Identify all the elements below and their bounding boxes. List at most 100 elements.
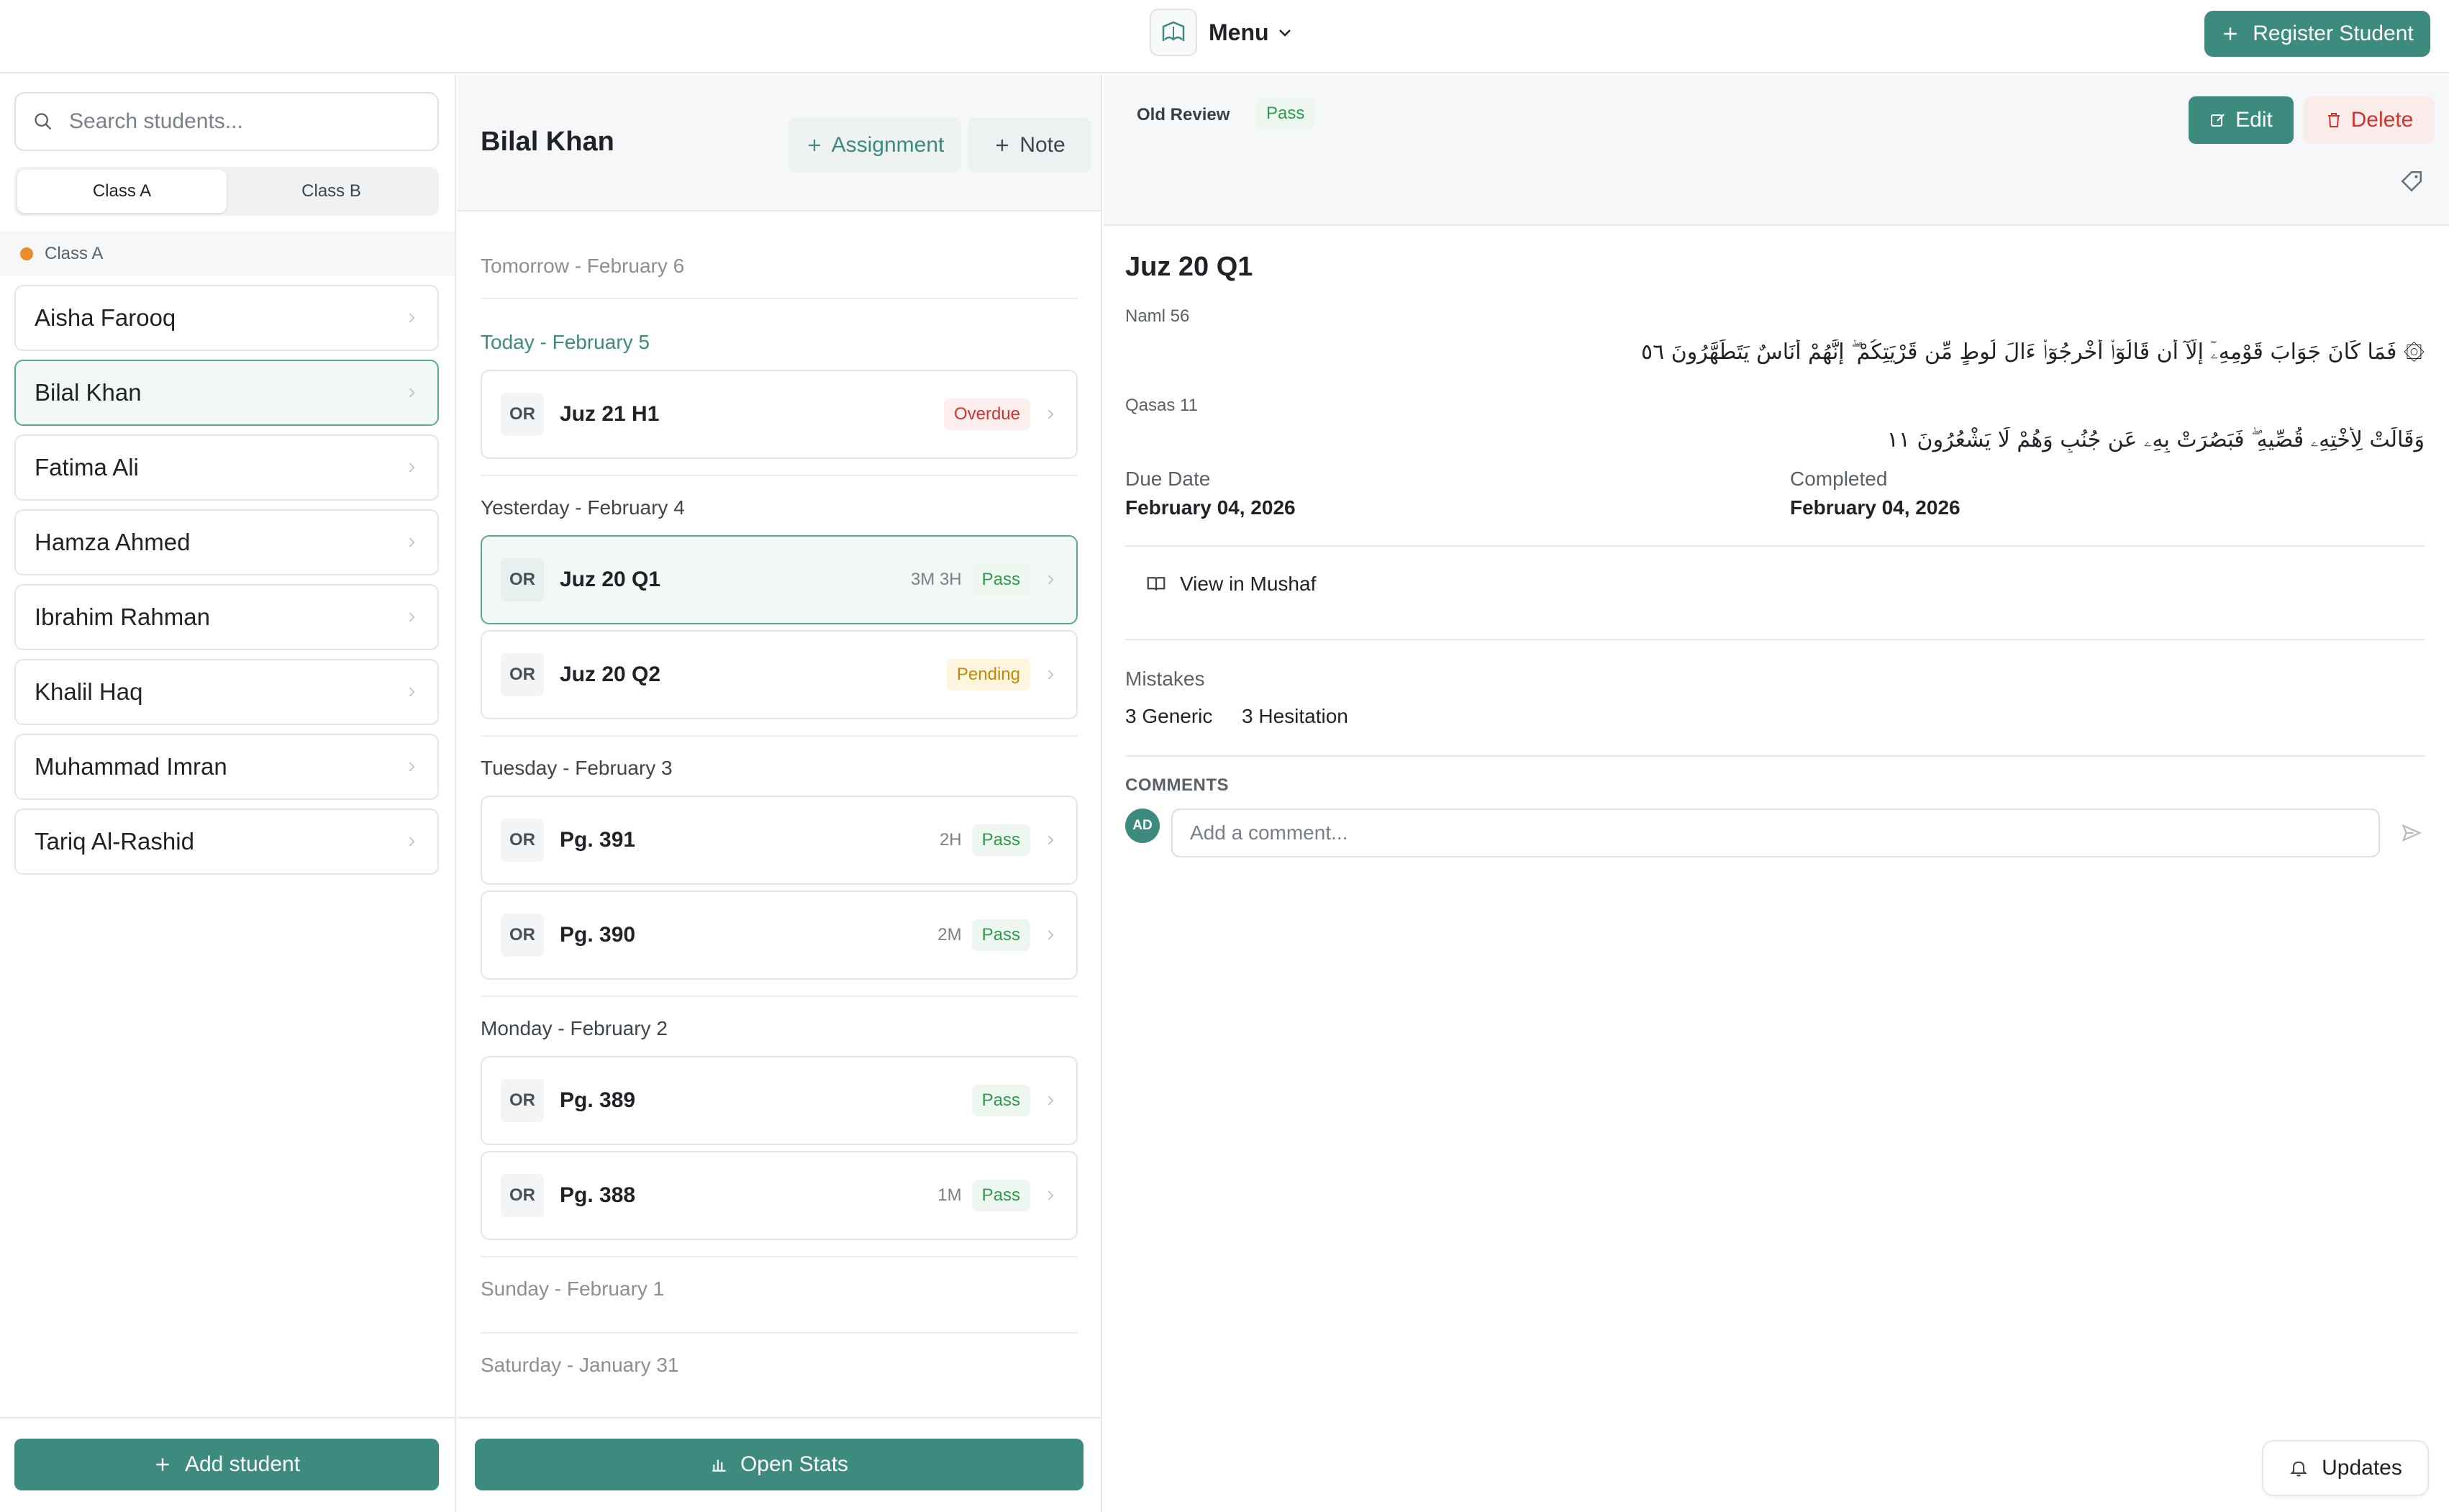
- top-bar: Menu Register Student: [0, 0, 2449, 73]
- mistakes-label: Mistakes: [1125, 668, 1205, 690]
- app-root: Menu Register Student Class A Class B Cl…: [0, 0, 2449, 1512]
- assignment-card-selected[interactable]: OR Juz 20 Q1 3M 3H Pass: [481, 535, 1078, 624]
- chevron-right-icon: [404, 311, 419, 325]
- student-list: Aisha Farooq Bilal Khan Fatima Ali Hamza…: [14, 285, 439, 883]
- divider: [481, 996, 1078, 997]
- mistake-hesitation-count: 3 Hesitation: [1242, 705, 1348, 727]
- updates-button[interactable]: Updates: [2262, 1440, 2429, 1496]
- selected-student-name: Bilal Khan: [481, 127, 614, 157]
- add-assignment-button[interactable]: Assignment: [789, 118, 961, 173]
- comment-input[interactable]: [1171, 809, 2380, 857]
- chevron-right-icon: [1043, 1093, 1058, 1108]
- class-tabs: Class A Class B: [14, 167, 439, 216]
- search-input[interactable]: [69, 109, 422, 134]
- tab-class-b[interactable]: Class B: [227, 170, 436, 213]
- divider: [481, 298, 1078, 299]
- chevron-right-icon: [1043, 573, 1058, 587]
- send-comment-button[interactable]: [2396, 817, 2427, 849]
- class-group-label: Class A: [45, 244, 104, 263]
- student-name: Hamza Ahmed: [35, 529, 191, 555]
- student-name: Khalil Haq: [35, 678, 143, 705]
- assignment-type-code: OR: [501, 558, 544, 601]
- search-icon: [35, 113, 52, 130]
- comments-heading: COMMENTS: [1125, 775, 1229, 795]
- plus-icon: [808, 140, 820, 151]
- book-logo-icon: [1162, 21, 1185, 41]
- day-header: Tomorrow - February 6: [481, 255, 685, 277]
- chevron-right-icon: [404, 760, 419, 774]
- divider: [481, 475, 1078, 476]
- student-item[interactable]: Aisha Farooq: [14, 285, 439, 351]
- student-name: Bilal Khan: [35, 379, 142, 406]
- tag-button[interactable]: [2391, 161, 2432, 201]
- register-student-label: Register Student: [2253, 22, 2414, 45]
- verse-reference: Naml 56: [1125, 306, 1190, 326]
- status-badge: Pass: [971, 1085, 1030, 1116]
- chevron-right-icon: [404, 460, 419, 475]
- avatar: AD: [1125, 809, 1160, 843]
- divider: [481, 1332, 1078, 1334]
- assignment-mistake-summary: 2M: [937, 925, 962, 944]
- register-student-button[interactable]: Register Student: [2204, 11, 2430, 57]
- menu-label: Menu: [1209, 19, 1269, 45]
- add-student-label: Add student: [184, 1452, 301, 1476]
- updates-label: Updates: [2322, 1456, 2402, 1480]
- assignment-card[interactable]: OR Pg. 389 Pass: [481, 1056, 1078, 1145]
- assignment-card[interactable]: OR Pg. 390 2M Pass: [481, 891, 1078, 980]
- assignment-type-code: OR: [501, 653, 544, 696]
- student-item[interactable]: Tariq Al-Rashid: [14, 809, 439, 875]
- view-in-mushaf-link[interactable]: View in Mushaf: [1145, 573, 1316, 596]
- detail-header: Old Review Pass Edit Delete: [1104, 75, 2449, 226]
- class-group-header: Class A: [0, 232, 455, 276]
- chevron-right-icon: [404, 685, 419, 699]
- menu-toggle[interactable]: Menu: [1150, 9, 1294, 56]
- student-item[interactable]: Muhammad Imran: [14, 734, 439, 800]
- verse-text: ۞ فَمَا كَانَ جَوَابَ قَوْمِهِۦٓ إِلَّآ …: [1640, 340, 2425, 365]
- divider: [1125, 545, 2425, 547]
- send-icon: [2402, 824, 2422, 842]
- completed-label: Completed: [1790, 468, 1888, 490]
- student-item[interactable]: Fatima Ali: [14, 434, 439, 501]
- student-item[interactable]: Hamza Ahmed: [14, 509, 439, 575]
- assignment-type-code: OR: [501, 914, 544, 957]
- assignment-card[interactable]: OR Juz 20 Q2 Pending: [481, 630, 1078, 719]
- student-sidebar: Class A Class B Class A Aisha Farooq Bil…: [0, 75, 456, 1512]
- add-note-button[interactable]: Note: [968, 118, 1091, 173]
- assignment-card[interactable]: OR Pg. 391 2H Pass: [481, 796, 1078, 885]
- open-stats-label: Open Stats: [740, 1452, 849, 1476]
- open-stats-button[interactable]: Open Stats: [475, 1439, 1083, 1490]
- due-date-label: Due Date: [1125, 468, 1211, 490]
- status-badge: Pass: [1256, 98, 1315, 129]
- tab-class-a[interactable]: Class A: [17, 170, 227, 213]
- student-name: Fatima Ali: [35, 454, 139, 481]
- student-item-selected[interactable]: Bilal Khan: [14, 360, 439, 426]
- plus-icon: [996, 140, 1009, 151]
- sidebar-footer: Add student: [0, 1417, 455, 1512]
- assignment-title: Juz 20 Q1: [1125, 252, 1253, 282]
- student-item[interactable]: Ibrahim Rahman: [14, 584, 439, 650]
- note-label: Note: [1019, 133, 1066, 157]
- chevron-right-icon: [1043, 668, 1058, 682]
- day-header: Sunday - February 1: [481, 1278, 665, 1300]
- class-color-dot: [20, 247, 33, 260]
- chevron-right-icon: [1043, 1188, 1058, 1203]
- verse-text: وَقَالَتْ لِأُخْتِهِۦ قُصِّيهِ ۖ فَبَصُر…: [1886, 427, 2425, 452]
- assignment-card[interactable]: OR Juz 21 H1 Overdue: [481, 370, 1078, 459]
- timeline-header: Bilal Khan Assignment Note: [458, 75, 1101, 211]
- assignment-card[interactable]: OR Pg. 388 1M Pass: [481, 1151, 1078, 1240]
- delete-button[interactable]: Delete: [2304, 96, 2435, 144]
- edit-button[interactable]: Edit: [2189, 96, 2294, 144]
- chevron-right-icon: [404, 610, 419, 624]
- assignment-label: Assignment: [831, 133, 945, 157]
- assignment-type-code: OR: [501, 393, 544, 436]
- chevron-right-icon: [1043, 928, 1058, 942]
- assignment-type-code: OR: [501, 1079, 544, 1122]
- chevron-right-icon: [1043, 407, 1058, 422]
- search-box[interactable]: [14, 92, 439, 151]
- book-open-icon: [1147, 577, 1166, 591]
- student-name: Aisha Farooq: [35, 304, 176, 331]
- tag-icon: [2401, 170, 2422, 192]
- student-item[interactable]: Khalil Haq: [14, 659, 439, 725]
- add-student-button[interactable]: Add student: [14, 1439, 439, 1490]
- delete-label: Delete: [2350, 108, 2414, 132]
